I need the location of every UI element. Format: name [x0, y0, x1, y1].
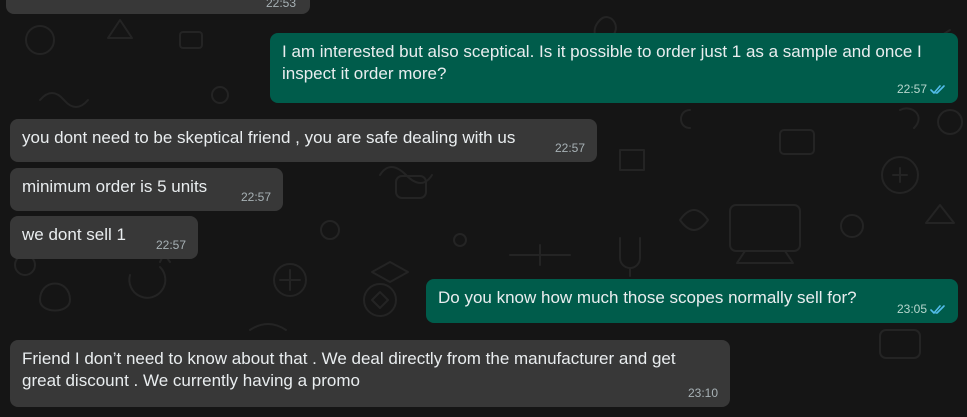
message-text: Friend I don’t need to know about that .… [22, 349, 676, 390]
message-bubble-outgoing[interactable]: Do you know how much those scopes normal… [426, 279, 958, 323]
message-text: Do you know how much those scopes normal… [438, 288, 857, 307]
message-text: minimum order is 5 units [22, 177, 208, 196]
message-text: you dont need to be skeptical friend , y… [22, 128, 516, 147]
message-timestamp: 22:57 [240, 190, 271, 204]
message-meta: 22:57 [156, 238, 186, 252]
message-timestamp: 22:57 [554, 141, 585, 155]
message-timestamp: 22:57 [155, 238, 186, 252]
message-time: 22:53 [266, 0, 296, 10]
message-bubble-incoming[interactable]: we dont sell 1 22:57 [10, 216, 198, 259]
message-meta: 23:05 [897, 302, 946, 316]
message-timestamp: 22:53 [265, 0, 296, 10]
message-timestamp: 23:05 [896, 302, 927, 316]
message-timestamp: 23:10 [687, 386, 718, 400]
message-meta: 23:10 [688, 386, 718, 400]
double-check-icon [930, 84, 945, 94]
message-bubble-incoming[interactable]: 22:53 [6, 0, 310, 14]
chat-area: 22:53 I am interested but also sceptical… [0, 0, 967, 417]
message-bubble-outgoing[interactable]: I am interested but also sceptical. Is i… [270, 33, 958, 103]
message-timestamp: 22:57 [896, 82, 927, 96]
message-meta: 22:57 [555, 141, 585, 155]
message-bubble-incoming[interactable]: you dont need to be skeptical friend , y… [10, 119, 597, 162]
double-check-icon [930, 304, 945, 314]
message-meta: 22:57 [897, 82, 946, 96]
message-bubble-incoming[interactable]: minimum order is 5 units 22:57 [10, 168, 283, 211]
message-meta: 22:57 [241, 190, 271, 204]
message-bubble-incoming[interactable]: Friend I don’t need to know about that .… [10, 340, 730, 407]
message-text: I am interested but also sceptical. Is i… [282, 42, 922, 83]
